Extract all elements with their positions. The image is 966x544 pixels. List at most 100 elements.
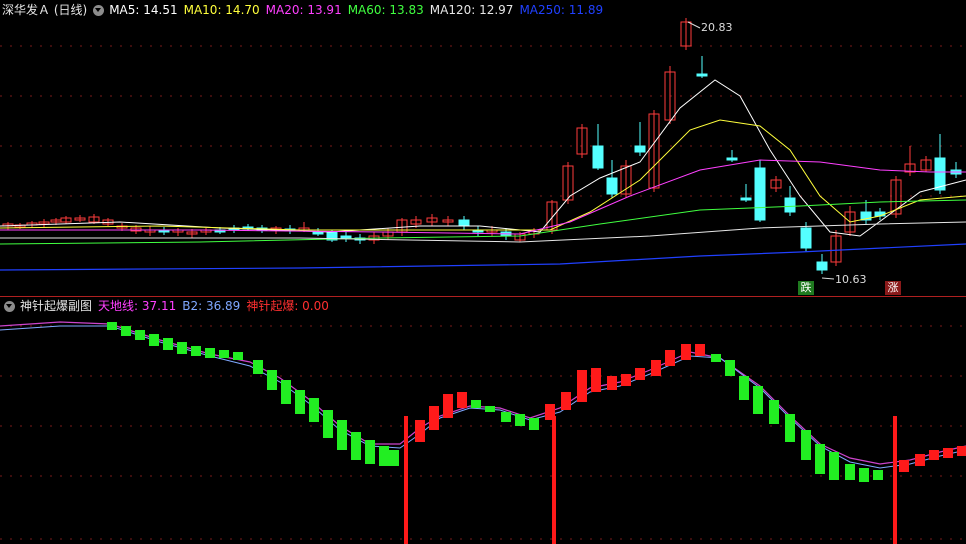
histogram-bar (253, 360, 263, 374)
b2-label: B2: 36.89 (182, 299, 241, 313)
histogram-bar (485, 406, 495, 412)
histogram-bar (389, 450, 399, 466)
histogram-bar (219, 350, 229, 358)
histogram-bar (607, 376, 617, 390)
histogram-bar (769, 400, 779, 424)
histogram-bar (665, 350, 675, 366)
histogram-bar (845, 464, 855, 480)
histogram-bar (801, 430, 811, 460)
ma5-label: MA5: 14.51 (109, 3, 178, 17)
candle-body (312, 231, 324, 235)
histogram-bar (471, 400, 481, 408)
histogram-bar (365, 440, 375, 464)
low-price-label: 10.63 (835, 273, 867, 286)
down-marker[interactable]: 跌 (798, 281, 814, 295)
candle-body (340, 235, 352, 239)
candle-body (784, 197, 796, 213)
histogram-bar (915, 454, 925, 466)
candle-body (816, 261, 828, 271)
histogram-bar (149, 334, 159, 346)
histogram-bar (529, 418, 539, 430)
candle-body (606, 177, 618, 195)
candle-body (934, 157, 946, 191)
candle-body (592, 145, 604, 169)
histogram-bar (107, 322, 117, 330)
histogram-bar (233, 352, 243, 360)
sub-title: 神针起爆副图 (20, 299, 93, 313)
candle-body (726, 157, 738, 161)
histogram-bar (309, 398, 319, 422)
up-marker[interactable]: 涨 (885, 281, 901, 295)
stock-title: 深华发Ａ (日线) (2, 3, 88, 17)
histogram-bar (457, 392, 467, 408)
candle-body (634, 145, 646, 153)
histogram-bar (681, 344, 691, 360)
ma10-line (0, 119, 966, 231)
spike-signal (893, 416, 897, 544)
histogram-bar (121, 326, 131, 336)
histogram-bar (957, 446, 966, 456)
ma20-label: MA20: 13.91 (265, 3, 342, 17)
histogram-bar (829, 452, 839, 480)
histogram-bar (205, 348, 215, 358)
candlestick-chart[interactable] (0, 0, 966, 296)
histogram-bar (739, 376, 749, 400)
spike-signal (552, 416, 556, 544)
indicator-chart[interactable] (0, 296, 966, 544)
histogram-bar (337, 420, 347, 450)
histogram-bar (591, 368, 601, 392)
main-chart-pane[interactable]: 深华发Ａ (日线) MA5: 14.51 MA10: 14.70 MA20: 1… (0, 0, 966, 296)
ma250-label: MA250: 11.89 (519, 3, 604, 17)
high-pointer (687, 21, 701, 29)
histogram-bar (501, 412, 511, 422)
histogram-bar (443, 394, 453, 418)
histogram-bar (815, 444, 825, 474)
histogram-bar (943, 448, 953, 458)
histogram-bar (899, 460, 909, 472)
candle-body (458, 219, 470, 227)
low-pointer (821, 277, 835, 280)
sub-indicator-header: 神针起爆副图 天地线: 37.11 B2: 36.89 神针起爆: 0.00 (0, 296, 335, 316)
candle-body (754, 167, 766, 221)
histogram-bar (429, 406, 439, 430)
ma10-label: MA10: 14.70 (183, 3, 260, 17)
high-price-label: 20.83 (701, 21, 733, 34)
toggle-menu-icon[interactable] (93, 4, 105, 16)
tiandi-line-label: 天地线: 37.11 (98, 299, 177, 313)
histogram-bar (929, 450, 939, 460)
main-indicator-header: 深华发Ａ (日线) MA5: 14.51 MA10: 14.70 MA20: 1… (0, 0, 609, 20)
toggle-menu-icon[interactable] (4, 300, 15, 312)
histogram-bar (725, 360, 735, 376)
histogram-bar (651, 360, 661, 376)
histogram-bar (267, 370, 277, 390)
histogram-bar (379, 446, 389, 466)
histogram-bar (415, 420, 425, 442)
histogram-bar (711, 354, 721, 362)
candle-body (874, 211, 886, 217)
candle-body (800, 227, 812, 249)
histogram-bar (281, 380, 291, 404)
histogram-bar (753, 386, 763, 414)
histogram-bar (621, 374, 631, 386)
histogram-bar (295, 390, 305, 414)
histogram-bar (577, 370, 587, 402)
ma120-label: MA120: 12.97 (429, 3, 514, 17)
shenzhen-qibao-label: 神针起爆: 0.00 (246, 299, 329, 313)
histogram-bar (351, 432, 361, 460)
histogram-bar (163, 338, 173, 350)
histogram-bar (177, 342, 187, 354)
spike-signal (404, 416, 408, 544)
histogram-bar (515, 414, 525, 426)
histogram-bar (135, 330, 145, 340)
candle-body (740, 197, 752, 201)
histogram-bar (635, 368, 645, 380)
histogram-bar (191, 346, 201, 356)
candle-body (696, 73, 708, 77)
tiandi-line (0, 321, 966, 465)
histogram-bar (323, 410, 333, 438)
sub-chart-pane[interactable]: 神针起爆副图 天地线: 37.11 B2: 36.89 神针起爆: 0.00 (0, 296, 966, 544)
histogram-bar (859, 468, 869, 482)
histogram-bar (873, 470, 883, 480)
ma60-label: MA60: 13.83 (347, 3, 424, 17)
histogram-bar (785, 414, 795, 442)
